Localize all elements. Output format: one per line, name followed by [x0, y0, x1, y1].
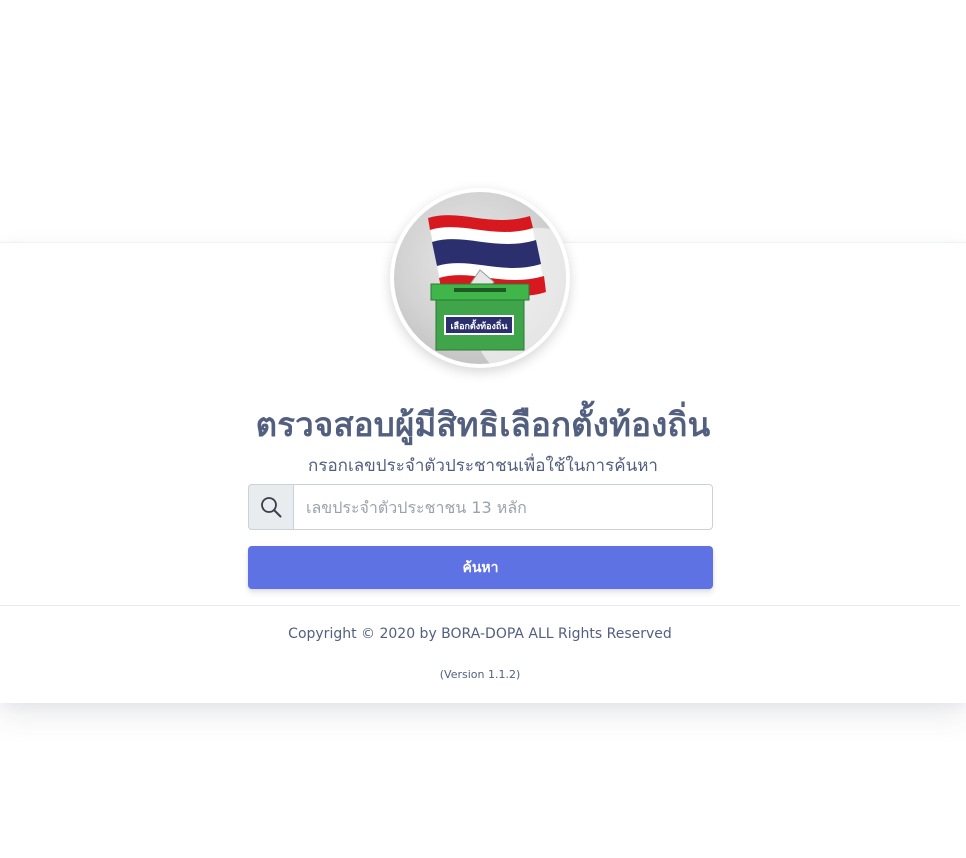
- version-text: (Version 1.1.2): [439, 668, 521, 681]
- thai-flag-ballot-box-icon: เลือกตั้งท้องถิ่น: [394, 192, 566, 364]
- footer-divider: [0, 605, 960, 606]
- page-title: ตรวจสอบผู้มีสิทธิเลือกตั้งท้องถิ่น: [255, 405, 711, 444]
- ballot-box-icon: เลือกตั้งท้องถิ่น: [430, 283, 530, 351]
- search-icon: [248, 484, 293, 530]
- copyright-text: Copyright © 2020 by BORA-DOPA ALL Rights…: [288, 626, 672, 642]
- citizen-id-input[interactable]: [293, 484, 713, 530]
- search-group: [248, 484, 713, 530]
- election-logo: เลือกตั้งท้องถิ่น: [390, 188, 570, 368]
- page: เลือกตั้งท้องถิ่น ตรวจสอบผู้มีสิทธิเลือก…: [0, 0, 966, 858]
- search-button[interactable]: ค้นหา: [248, 546, 713, 589]
- page-subtitle: กรอกเลขประจำตัวประชาชนเพื่อใช้ในการค้นหา: [308, 456, 658, 476]
